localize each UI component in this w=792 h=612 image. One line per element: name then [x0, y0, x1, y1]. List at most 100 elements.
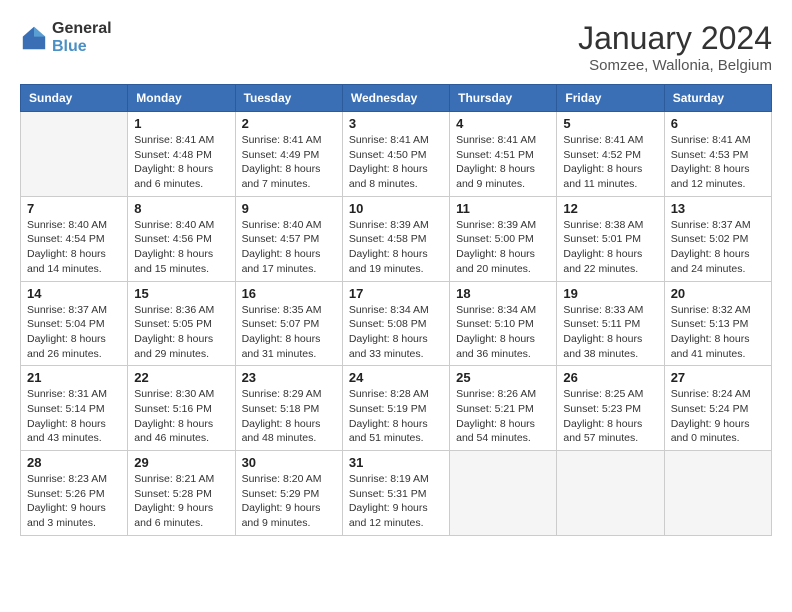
calendar-cell: 22 Sunrise: 8:30 AM Sunset: 5:16 PM Dayli… [128, 366, 235, 451]
day-header-monday: Monday [128, 85, 235, 112]
day-number: 28 [27, 455, 121, 470]
calendar-week-1: 1 Sunrise: 8:41 AM Sunset: 4:48 PM Daylig… [21, 112, 772, 197]
day-info: Sunrise: 8:41 AM Sunset: 4:52 PM Dayligh… [563, 133, 657, 192]
logo: General Blue [20, 20, 112, 56]
calendar-cell: 19 Sunrise: 8:33 AM Sunset: 5:11 PM Dayli… [557, 281, 664, 366]
calendar-cell [664, 451, 771, 536]
calendar-cell [21, 112, 128, 197]
calendar-cell: 2 Sunrise: 8:41 AM Sunset: 4:49 PM Daylig… [235, 112, 342, 197]
calendar-cell: 29 Sunrise: 8:21 AM Sunset: 5:28 PM Dayli… [128, 451, 235, 536]
day-number: 13 [671, 201, 765, 216]
day-number: 27 [671, 370, 765, 385]
day-number: 22 [134, 370, 228, 385]
title-section: January 2024 Somzee, Wallonia, Belgium [578, 20, 772, 74]
day-info: Sunrise: 8:41 AM Sunset: 4:48 PM Dayligh… [134, 133, 228, 192]
calendar-cell: 21 Sunrise: 8:31 AM Sunset: 5:14 PM Dayli… [21, 366, 128, 451]
calendar-cell: 27 Sunrise: 8:24 AM Sunset: 5:24 PM Dayli… [664, 366, 771, 451]
calendar-cell: 17 Sunrise: 8:34 AM Sunset: 5:08 PM Dayli… [342, 281, 449, 366]
day-info: Sunrise: 8:39 AM Sunset: 5:00 PM Dayligh… [456, 218, 550, 277]
calendar-header-row: SundayMondayTuesdayWednesdayThursdayFrid… [21, 85, 772, 112]
day-info: Sunrise: 8:34 AM Sunset: 5:10 PM Dayligh… [456, 303, 550, 362]
day-number: 6 [671, 116, 765, 131]
header: General Blue January 2024 Somzee, Wallon… [20, 20, 772, 74]
day-header-wednesday: Wednesday [342, 85, 449, 112]
day-info: Sunrise: 8:26 AM Sunset: 5:21 PM Dayligh… [456, 387, 550, 446]
day-number: 5 [563, 116, 657, 131]
day-info: Sunrise: 8:33 AM Sunset: 5:11 PM Dayligh… [563, 303, 657, 362]
day-number: 23 [242, 370, 336, 385]
day-number: 4 [456, 116, 550, 131]
day-info: Sunrise: 8:34 AM Sunset: 5:08 PM Dayligh… [349, 303, 443, 362]
calendar-cell: 10 Sunrise: 8:39 AM Sunset: 4:58 PM Dayli… [342, 196, 449, 281]
logo-icon [20, 24, 48, 52]
day-info: Sunrise: 8:21 AM Sunset: 5:28 PM Dayligh… [134, 472, 228, 531]
calendar-cell: 7Sunrise: 8:40 AM Sunset: 4:54 PM Daylig… [21, 196, 128, 281]
calendar-cell: 14Sunrise: 8:37 AM Sunset: 5:04 PM Dayli… [21, 281, 128, 366]
day-info: Sunrise: 8:39 AM Sunset: 4:58 PM Dayligh… [349, 218, 443, 277]
day-info: Sunrise: 8:28 AM Sunset: 5:19 PM Dayligh… [349, 387, 443, 446]
day-number: 20 [671, 286, 765, 301]
calendar-cell: 31Sunrise: 8:19 AM Sunset: 5:31 PM Dayli… [342, 451, 449, 536]
day-info: Sunrise: 8:20 AM Sunset: 5:29 PM Dayligh… [242, 472, 336, 531]
day-number: 2 [242, 116, 336, 131]
day-number: 1 [134, 116, 228, 131]
day-number: 26 [563, 370, 657, 385]
day-number: 21 [27, 370, 121, 385]
calendar-cell: 4 Sunrise: 8:41 AM Sunset: 4:51 PM Daylig… [450, 112, 557, 197]
day-info: Sunrise: 8:24 AM Sunset: 5:24 PM Dayligh… [671, 387, 765, 446]
location-subtitle: Somzee, Wallonia, Belgium [578, 57, 772, 74]
day-header-sunday: Sunday [21, 85, 128, 112]
day-number: 29 [134, 455, 228, 470]
day-info: Sunrise: 8:41 AM Sunset: 4:49 PM Dayligh… [242, 133, 336, 192]
day-info: Sunrise: 8:30 AM Sunset: 5:16 PM Dayligh… [134, 387, 228, 446]
calendar-week-3: 14Sunrise: 8:37 AM Sunset: 5:04 PM Dayli… [21, 281, 772, 366]
day-number: 12 [563, 201, 657, 216]
day-info: Sunrise: 8:40 AM Sunset: 4:57 PM Dayligh… [242, 218, 336, 277]
day-number: 19 [563, 286, 657, 301]
calendar-cell: 1 Sunrise: 8:41 AM Sunset: 4:48 PM Daylig… [128, 112, 235, 197]
day-info: Sunrise: 8:40 AM Sunset: 4:54 PM Dayligh… [27, 218, 121, 277]
day-number: 18 [456, 286, 550, 301]
day-header-saturday: Saturday [664, 85, 771, 112]
day-info: Sunrise: 8:35 AM Sunset: 5:07 PM Dayligh… [242, 303, 336, 362]
calendar-cell: 30 Sunrise: 8:20 AM Sunset: 5:29 PM Dayli… [235, 451, 342, 536]
calendar-cell: 20 Sunrise: 8:32 AM Sunset: 5:13 PM Dayli… [664, 281, 771, 366]
calendar-cell: 18 Sunrise: 8:34 AM Sunset: 5:10 PM Dayli… [450, 281, 557, 366]
calendar-cell: 3Sunrise: 8:41 AM Sunset: 4:50 PM Daylig… [342, 112, 449, 197]
logo-text: General Blue [52, 20, 112, 56]
calendar-week-4: 21 Sunrise: 8:31 AM Sunset: 5:14 PM Dayli… [21, 366, 772, 451]
day-number: 9 [242, 201, 336, 216]
calendar-cell: 24 Sunrise: 8:28 AM Sunset: 5:19 PM Dayli… [342, 366, 449, 451]
day-info: Sunrise: 8:41 AM Sunset: 4:53 PM Dayligh… [671, 133, 765, 192]
day-header-friday: Friday [557, 85, 664, 112]
calendar-cell: 13 Sunrise: 8:37 AM Sunset: 5:02 PM Dayli… [664, 196, 771, 281]
calendar-cell: 23 Sunrise: 8:29 AM Sunset: 5:18 PM Dayli… [235, 366, 342, 451]
day-number: 16 [242, 286, 336, 301]
day-info: Sunrise: 8:37 AM Sunset: 5:04 PM Dayligh… [27, 303, 121, 362]
day-info: Sunrise: 8:32 AM Sunset: 5:13 PM Dayligh… [671, 303, 765, 362]
calendar-cell: 15Sunrise: 8:36 AM Sunset: 5:05 PM Dayli… [128, 281, 235, 366]
calendar-cell: 6 Sunrise: 8:41 AM Sunset: 4:53 PM Daylig… [664, 112, 771, 197]
day-info: Sunrise: 8:41 AM Sunset: 4:51 PM Dayligh… [456, 133, 550, 192]
day-info: Sunrise: 8:29 AM Sunset: 5:18 PM Dayligh… [242, 387, 336, 446]
day-number: 17 [349, 286, 443, 301]
calendar-cell: 26 Sunrise: 8:25 AM Sunset: 5:23 PM Dayli… [557, 366, 664, 451]
calendar-cell [450, 451, 557, 536]
calendar-week-2: 7Sunrise: 8:40 AM Sunset: 4:54 PM Daylig… [21, 196, 772, 281]
calendar-table: SundayMondayTuesdayWednesdayThursdayFrid… [20, 84, 772, 536]
calendar-week-5: 28Sunrise: 8:23 AM Sunset: 5:26 PM Dayli… [21, 451, 772, 536]
day-info: Sunrise: 8:36 AM Sunset: 5:05 PM Dayligh… [134, 303, 228, 362]
day-info: Sunrise: 8:31 AM Sunset: 5:14 PM Dayligh… [27, 387, 121, 446]
day-header-tuesday: Tuesday [235, 85, 342, 112]
day-info: Sunrise: 8:37 AM Sunset: 5:02 PM Dayligh… [671, 218, 765, 277]
calendar-cell: 5 Sunrise: 8:41 AM Sunset: 4:52 PM Daylig… [557, 112, 664, 197]
day-number: 24 [349, 370, 443, 385]
day-number: 10 [349, 201, 443, 216]
day-info: Sunrise: 8:38 AM Sunset: 5:01 PM Dayligh… [563, 218, 657, 277]
day-number: 30 [242, 455, 336, 470]
calendar-cell [557, 451, 664, 536]
calendar-cell: 28Sunrise: 8:23 AM Sunset: 5:26 PM Dayli… [21, 451, 128, 536]
day-info: Sunrise: 8:25 AM Sunset: 5:23 PM Dayligh… [563, 387, 657, 446]
day-info: Sunrise: 8:40 AM Sunset: 4:56 PM Dayligh… [134, 218, 228, 277]
day-info: Sunrise: 8:41 AM Sunset: 4:50 PM Dayligh… [349, 133, 443, 192]
